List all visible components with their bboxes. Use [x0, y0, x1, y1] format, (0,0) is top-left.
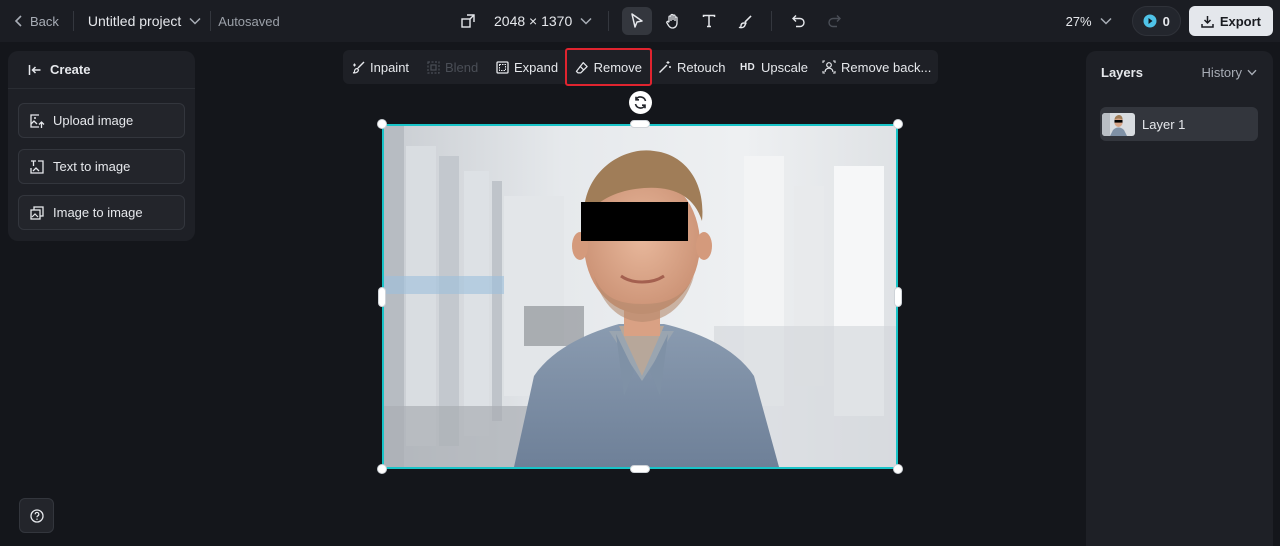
- expand-label: Expand: [514, 59, 559, 75]
- help-button[interactable]: [19, 498, 54, 533]
- remove-background-button[interactable]: Remove back...: [822, 50, 931, 84]
- create-panel-title: Create: [50, 62, 91, 77]
- brush-tool[interactable]: [730, 7, 760, 35]
- resize-handle-bottom-right[interactable]: [893, 464, 903, 474]
- layers-panel: Layers History Layer 1: [1086, 51, 1273, 546]
- export-button[interactable]: Export: [1188, 6, 1273, 36]
- hand-tool[interactable]: [658, 7, 688, 35]
- chevron-down-icon: [1100, 17, 1112, 25]
- portrait-photo: [384, 126, 896, 467]
- hand-pan-icon: [666, 13, 678, 29]
- text-tool[interactable]: [694, 7, 724, 35]
- inpaint-button[interactable]: Inpaint: [352, 50, 409, 84]
- image-to-image-icon: [30, 205, 44, 220]
- divider: [72, 11, 74, 31]
- create-panel: Create Upload image Text to image Image …: [8, 51, 195, 241]
- canvas-dimensions: 2048 × 1370: [494, 13, 573, 29]
- text-tool-icon: [703, 14, 716, 28]
- upload-image-button[interactable]: Upload image: [18, 103, 185, 138]
- divider: [771, 11, 773, 31]
- layer-thumbnail: [1102, 112, 1135, 136]
- chevron-down-icon: [580, 17, 592, 25]
- credits-badge[interactable]: 0: [1131, 6, 1181, 36]
- blend-icon: [427, 60, 440, 74]
- history-dropdown[interactable]: History: [1202, 65, 1257, 80]
- layer-name: Layer 1: [1142, 116, 1186, 132]
- layers-panel-header: Layers History: [1086, 51, 1273, 93]
- chevron-left-icon: [14, 15, 22, 27]
- retouch-label: Retouch: [677, 59, 726, 75]
- divider: [210, 11, 212, 31]
- history-label: History: [1201, 64, 1242, 80]
- blend-button[interactable]: Blend: [427, 50, 478, 84]
- resize-handle-right[interactable]: [894, 287, 902, 307]
- undo-icon: [791, 15, 805, 28]
- export-label: Export: [1219, 13, 1261, 29]
- redo-icon: [828, 15, 841, 28]
- back-label: Back: [30, 13, 59, 29]
- back-button[interactable]: Back: [14, 14, 59, 29]
- credits-count: 0: [1162, 13, 1170, 29]
- download-icon: [1201, 15, 1214, 28]
- canvas-image[interactable]: [382, 124, 898, 469]
- remove-label: Remove: [593, 59, 642, 75]
- retouch-button[interactable]: Retouch: [658, 50, 725, 84]
- collapse-left-icon: [28, 64, 41, 75]
- text-to-image-button[interactable]: Text to image: [18, 149, 185, 184]
- brush-icon: [738, 15, 752, 28]
- inpaint-icon: [352, 61, 365, 74]
- divider: [608, 11, 610, 31]
- layers-title: Layers: [1101, 64, 1143, 80]
- layer-item[interactable]: Layer 1: [1100, 107, 1258, 141]
- resize-handle-top[interactable]: [630, 120, 650, 128]
- blend-label: Blend: [445, 59, 479, 75]
- retouch-wand-icon: [659, 61, 671, 73]
- resize-handle-top-right[interactable]: [893, 119, 903, 129]
- upscale-label: Upscale: [761, 59, 809, 75]
- select-tool[interactable]: [622, 7, 653, 35]
- image-to-image-button[interactable]: Image to image: [18, 195, 185, 230]
- autosave-status: Autosaved: [218, 13, 280, 29]
- top-bar: Back Untitled project Autosaved 2048 × 1…: [0, 0, 1280, 42]
- resize-handle-bottom[interactable]: [630, 465, 650, 473]
- resize-handle-bottom-left[interactable]: [377, 464, 387, 474]
- chevron-down-icon: [189, 17, 201, 25]
- resize-handle-top-left[interactable]: [377, 119, 387, 129]
- remove-button[interactable]: Remove: [565, 48, 652, 86]
- rotate-handle[interactable]: [629, 91, 652, 114]
- expand-button[interactable]: Expand: [496, 50, 558, 84]
- project-name-dropdown[interactable]: Untitled project: [88, 13, 201, 29]
- text-to-image-label: Text to image: [53, 159, 131, 174]
- eraser-icon: [575, 61, 588, 73]
- remove-background-label: Remove back...: [841, 59, 932, 75]
- upscale-button[interactable]: HD Upscale: [740, 50, 808, 84]
- resize-icon: [461, 14, 475, 28]
- undo-button[interactable]: [783, 7, 813, 35]
- resize-handle-left[interactable]: [378, 287, 386, 307]
- image-to-image-label: Image to image: [53, 205, 143, 220]
- help-icon: [29, 508, 44, 523]
- upload-image-label: Upload image: [53, 113, 134, 128]
- inpaint-label: Inpaint: [370, 59, 410, 75]
- zoom-level: 27%: [1065, 13, 1092, 29]
- credits-icon: [1143, 14, 1157, 28]
- rotate-icon: [634, 96, 647, 109]
- project-name: Untitled project: [87, 13, 182, 29]
- top-bar-center: 2048 × 1370: [460, 0, 852, 42]
- canvas-size-dropdown[interactable]: 2048 × 1370: [460, 13, 592, 29]
- edit-toolbar: Inpaint Blend Expand Remove Retouch HD U…: [343, 48, 938, 86]
- hd-icon: HD: [740, 61, 756, 73]
- text-to-image-icon: [30, 159, 44, 174]
- redo-button[interactable]: [819, 7, 849, 35]
- chevron-down-icon: [1247, 69, 1257, 76]
- select-arrow-icon: [631, 13, 643, 28]
- create-panel-header[interactable]: Create: [8, 51, 195, 89]
- top-bar-left: Back Untitled project Autosaved: [0, 0, 280, 42]
- top-bar-right: 27% 0 Export: [1066, 0, 1273, 42]
- zoom-dropdown[interactable]: 27%: [1066, 14, 1112, 29]
- expand-icon: [496, 60, 509, 74]
- upload-image-icon: [30, 113, 45, 128]
- remove-background-icon: [822, 60, 836, 74]
